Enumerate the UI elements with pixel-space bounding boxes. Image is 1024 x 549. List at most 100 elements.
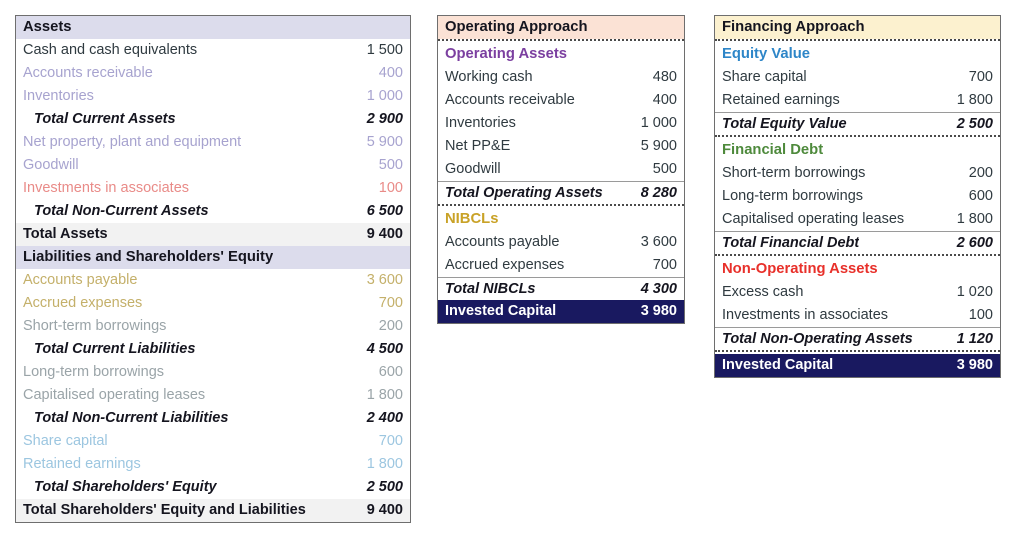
- row-value: 6 500: [366, 203, 403, 219]
- row-label: Accounts payable: [445, 234, 560, 250]
- assets-rows-group: Cash and cash equivalents 1 500 Accounts r…: [16, 39, 410, 246]
- table-row: Short-term borrowings 200: [715, 162, 1000, 185]
- row-label: Accounts payable: [23, 272, 138, 288]
- row-label: Total Assets: [23, 226, 108, 242]
- group-financial-debt-label: Financial Debt: [722, 142, 824, 158]
- table-row: Working cash 480: [438, 66, 684, 89]
- total-operating-assets-label: Total Operating Assets: [445, 184, 603, 201]
- table-row: Goodwill 500: [438, 158, 684, 181]
- row-value: 2 900: [366, 111, 403, 127]
- table-row: Retained earnings 1 800: [16, 453, 410, 476]
- total-operating-assets-row: Total Operating Assets 8 280: [438, 181, 684, 204]
- operating-assets-rows: Working cash 480 Accounts receivable 400 Inv…: [438, 66, 684, 181]
- row-label: Share capital: [23, 433, 108, 449]
- equity-value-rows: Share capital 700 Retained earnings 1 800: [715, 66, 1000, 112]
- row-label: Goodwill: [445, 161, 501, 177]
- table-row: Long-term borrowings 600: [16, 361, 410, 384]
- row-label: Working cash: [445, 69, 533, 85]
- row-value: 9 400: [366, 502, 403, 518]
- total-equity-value-row: Total Equity Value 2 500: [715, 112, 1000, 135]
- row-value: 200: [968, 165, 993, 181]
- total-equity-value-value: 2 500: [956, 115, 993, 132]
- panel-liabilities-title-label: Liabilities and Shareholders' Equity: [23, 249, 274, 265]
- total-equity-value-label: Total Equity Value: [722, 115, 847, 132]
- row-label: Short-term borrowings: [23, 318, 167, 334]
- row-label: Total Shareholders' Equity and Liabiliti…: [23, 502, 306, 518]
- row-value: 1 000: [366, 88, 403, 104]
- total-financial-debt-row: Total Financial Debt 2 600: [715, 231, 1000, 254]
- table-row: Inventories 1 000: [438, 112, 684, 135]
- table-row: Share capital 700: [16, 430, 410, 453]
- row-label: Investments in associates: [23, 180, 190, 196]
- total-nibcls-value: 4 300: [640, 280, 677, 297]
- row-value: 9 400: [366, 226, 403, 242]
- table-row: Goodwill 500: [16, 154, 410, 177]
- row-value: 1 800: [366, 456, 403, 472]
- table-row: Long-term borrowings 600: [715, 185, 1000, 208]
- row-value: 200: [378, 318, 403, 334]
- row-value: 700: [968, 69, 993, 85]
- row-value: 700: [378, 295, 403, 311]
- row-label: Accounts receivable: [445, 92, 575, 108]
- table-row: Capitalised operating leases 1 800: [16, 384, 410, 407]
- row-value: 1 800: [366, 387, 403, 403]
- row-value: 600: [378, 364, 403, 380]
- row-label: Cash and cash equivalents: [23, 42, 198, 58]
- group-non-operating-assets-label: Non-Operating Assets: [722, 261, 878, 277]
- table-row: Total Current Liabilities 4 500: [16, 338, 410, 361]
- invested-capital-financing-row: Invested Capital 3 980: [715, 354, 1000, 377]
- row-value: 100: [968, 307, 993, 323]
- row-label: Retained earnings: [722, 92, 840, 108]
- row-value: 3 600: [366, 272, 403, 288]
- row-value: 500: [378, 157, 403, 173]
- total-non-operating-assets-label: Total Non-Operating Assets: [722, 330, 913, 347]
- row-value: 100: [378, 180, 403, 196]
- panel-assets-title: Assets: [16, 16, 410, 39]
- row-label: Inventories: [445, 115, 516, 131]
- panel-financing-title: Financing Approach: [715, 16, 1000, 39]
- row-label: Share capital: [722, 69, 807, 85]
- table-row: Accounts receivable 400: [16, 62, 410, 85]
- invested-capital-operating-value: 3 980: [640, 303, 677, 319]
- row-label: Total Current Assets: [34, 111, 176, 127]
- group-financial-debt-header: Financial Debt: [715, 139, 1000, 162]
- table-row: Total Non-Current Liabilities 2 400: [16, 407, 410, 430]
- table-row: Investments in associates 100: [16, 177, 410, 200]
- row-label: Capitalised operating leases: [722, 211, 905, 227]
- row-value: 5 900: [366, 134, 403, 150]
- row-value: 400: [652, 92, 677, 108]
- total-operating-assets-value: 8 280: [640, 184, 677, 201]
- panel-liabilities-title: Liabilities and Shareholders' Equity: [16, 246, 410, 269]
- table-row: Accrued expenses 700: [438, 254, 684, 277]
- row-label: Capitalised operating leases: [23, 387, 206, 403]
- table-row: Cash and cash equivalents 1 500: [16, 39, 410, 62]
- group-nibcls-label: NIBCLs: [445, 211, 499, 227]
- row-value: 1 500: [366, 42, 403, 58]
- row-value: 3 600: [640, 234, 677, 250]
- row-label: Short-term borrowings: [722, 165, 866, 181]
- table-row: Total Shareholders' Equity 2 500: [16, 476, 410, 499]
- table-row: Excess cash 1 020: [715, 281, 1000, 304]
- financial-statement-board: Assets Cash and cash equivalents 1 500 Acc…: [0, 0, 1024, 549]
- invested-capital-operating-row: Invested Capital 3 980: [438, 300, 684, 323]
- row-value: 480: [652, 69, 677, 85]
- group-non-operating-assets-header: Non-Operating Assets: [715, 258, 1000, 281]
- liabilities-rows-group: Accounts payable 3 600 Accrued expenses 700…: [16, 269, 410, 522]
- total-financial-debt-label: Total Financial Debt: [722, 234, 860, 251]
- table-row: Inventories 1 000: [16, 85, 410, 108]
- group-nibcls-header: NIBCLs: [438, 208, 684, 231]
- invested-capital-financing-label: Invested Capital: [722, 357, 834, 373]
- panel-financing-title-label: Financing Approach: [722, 19, 865, 35]
- table-row: Total Assets 9 400: [16, 223, 410, 246]
- total-nibcls-label: Total NIBCLs: [445, 280, 536, 297]
- row-label: Net property, plant and equipment: [23, 134, 242, 150]
- table-row: Accounts receivable 400: [438, 89, 684, 112]
- row-label: Total Non-Current Liabilities: [34, 410, 229, 426]
- table-row: Accounts payable 3 600: [16, 269, 410, 292]
- panel-assets-title-label: Assets: [23, 19, 72, 35]
- row-label: Investments in associates: [722, 307, 889, 323]
- table-row: Total Non-Current Assets 6 500: [16, 200, 410, 223]
- financial-debt-rows: Short-term borrowings 200 Long-term borrow…: [715, 162, 1000, 231]
- row-label: Total Current Liabilities: [34, 341, 196, 357]
- table-row: Retained earnings 1 800: [715, 89, 1000, 112]
